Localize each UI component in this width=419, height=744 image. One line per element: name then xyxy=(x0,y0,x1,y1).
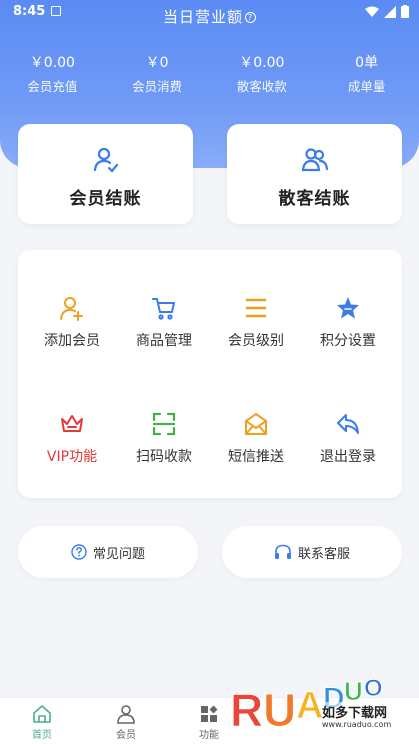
svg-text:U: U xyxy=(263,684,296,736)
svg-text:O: O xyxy=(364,675,383,702)
page-title-row[interactable]: 当日营业额? xyxy=(0,6,419,27)
ruanduo-watermark: R U A D U O 如多下载网 www.ruaduo.com xyxy=(230,664,419,744)
crown-icon xyxy=(24,410,120,438)
tab-member[interactable]: 会员 xyxy=(96,704,156,741)
member-checkout-label: 会员结账 xyxy=(69,189,142,209)
stat-value: ￥0 xyxy=(145,55,169,71)
faq-label: 常见问题 xyxy=(92,546,145,562)
revenue-stats: ￥0.00 会员充值 ￥0 会员消费 ￥0.00 散客收款 0单 成单量 xyxy=(0,52,419,95)
add-member-icon xyxy=(24,294,120,322)
grid-item-label: VIP功能 xyxy=(46,449,98,465)
grid-item-label: 扫码收款 xyxy=(136,449,192,465)
cart-icon xyxy=(116,294,212,322)
stat-label: 会员消费 xyxy=(132,79,183,94)
grid-item-points-settings[interactable]: 积分设置 xyxy=(300,294,396,350)
grid-item-label: 退出登录 xyxy=(320,449,376,465)
stat-label: 会员充值 xyxy=(27,79,78,94)
grid-item-add-member[interactable]: 添加会员 xyxy=(24,294,120,350)
grid-item-product-management[interactable]: 商品管理 xyxy=(116,294,212,350)
help-icon[interactable]: ? xyxy=(245,12,256,23)
stat-guest-income: ￥0.00 散客收款 xyxy=(210,52,315,95)
reply-icon xyxy=(300,410,396,438)
grid-item-scan-pay[interactable]: 扫码收款 xyxy=(116,410,212,466)
home-icon xyxy=(12,704,72,726)
guest-checkout-button[interactable]: 散客结账 xyxy=(227,124,402,224)
mail-icon xyxy=(208,410,304,438)
guest-checkout-label: 散客结账 xyxy=(278,189,351,209)
contact-support-button[interactable]: 联系客服 xyxy=(222,526,402,578)
grid-item-label: 商品管理 xyxy=(136,333,192,349)
headset-icon xyxy=(274,544,291,559)
stat-value: ￥0.00 xyxy=(29,55,75,71)
stat-value: ￥0.00 xyxy=(239,55,285,71)
faq-button[interactable]: 常见问题 xyxy=(18,526,198,578)
grid-item-label: 短信推送 xyxy=(228,449,284,465)
svg-text:R: R xyxy=(230,684,263,736)
stat-label: 成单量 xyxy=(347,79,386,94)
user-icon xyxy=(96,704,156,726)
question-circle-icon xyxy=(71,544,87,560)
grid-item-vip[interactable]: VIP功能 xyxy=(24,410,120,466)
grid-item-label: 添加会员 xyxy=(44,333,100,349)
guest-checkout-icon xyxy=(227,146,402,174)
tab-home[interactable]: 首页 xyxy=(12,704,72,741)
grid-item-label: 积分设置 xyxy=(320,333,376,349)
stat-order-count: 0单 成单量 xyxy=(314,52,419,95)
member-checkout-icon xyxy=(18,146,193,174)
stat-value: 0单 xyxy=(355,55,379,71)
stat-label: 散客收款 xyxy=(236,79,287,94)
stat-member-recharge: ￥0.00 会员充值 xyxy=(0,52,105,95)
stat-member-spend: ￥0 会员消费 xyxy=(105,52,210,95)
tab-home-label: 首页 xyxy=(32,730,52,741)
tab-member-label: 会员 xyxy=(116,730,136,741)
scan-icon xyxy=(116,410,212,438)
grid-item-member-level[interactable]: 会员级别 xyxy=(208,294,304,350)
grid-item-logout[interactable]: 退出登录 xyxy=(300,410,396,466)
list-icon xyxy=(208,294,304,322)
watermark-url: www.ruaduo.com xyxy=(322,720,392,729)
function-grid: 添加会员 商品管理 会员级别 积分设置 VIP功能 扫码收款 短信推送 退出登录 xyxy=(18,250,402,498)
star-icon xyxy=(300,294,396,322)
watermark-cn: 如多下载网 xyxy=(322,702,388,721)
grid-item-sms-push[interactable]: 短信推送 xyxy=(208,410,304,466)
page-title: 当日营业额 xyxy=(162,8,243,26)
grid-item-label: 会员级别 xyxy=(228,333,284,349)
svg-text:A: A xyxy=(296,685,323,727)
contact-support-label: 联系客服 xyxy=(297,546,350,562)
member-checkout-button[interactable]: 会员结账 xyxy=(18,124,193,224)
